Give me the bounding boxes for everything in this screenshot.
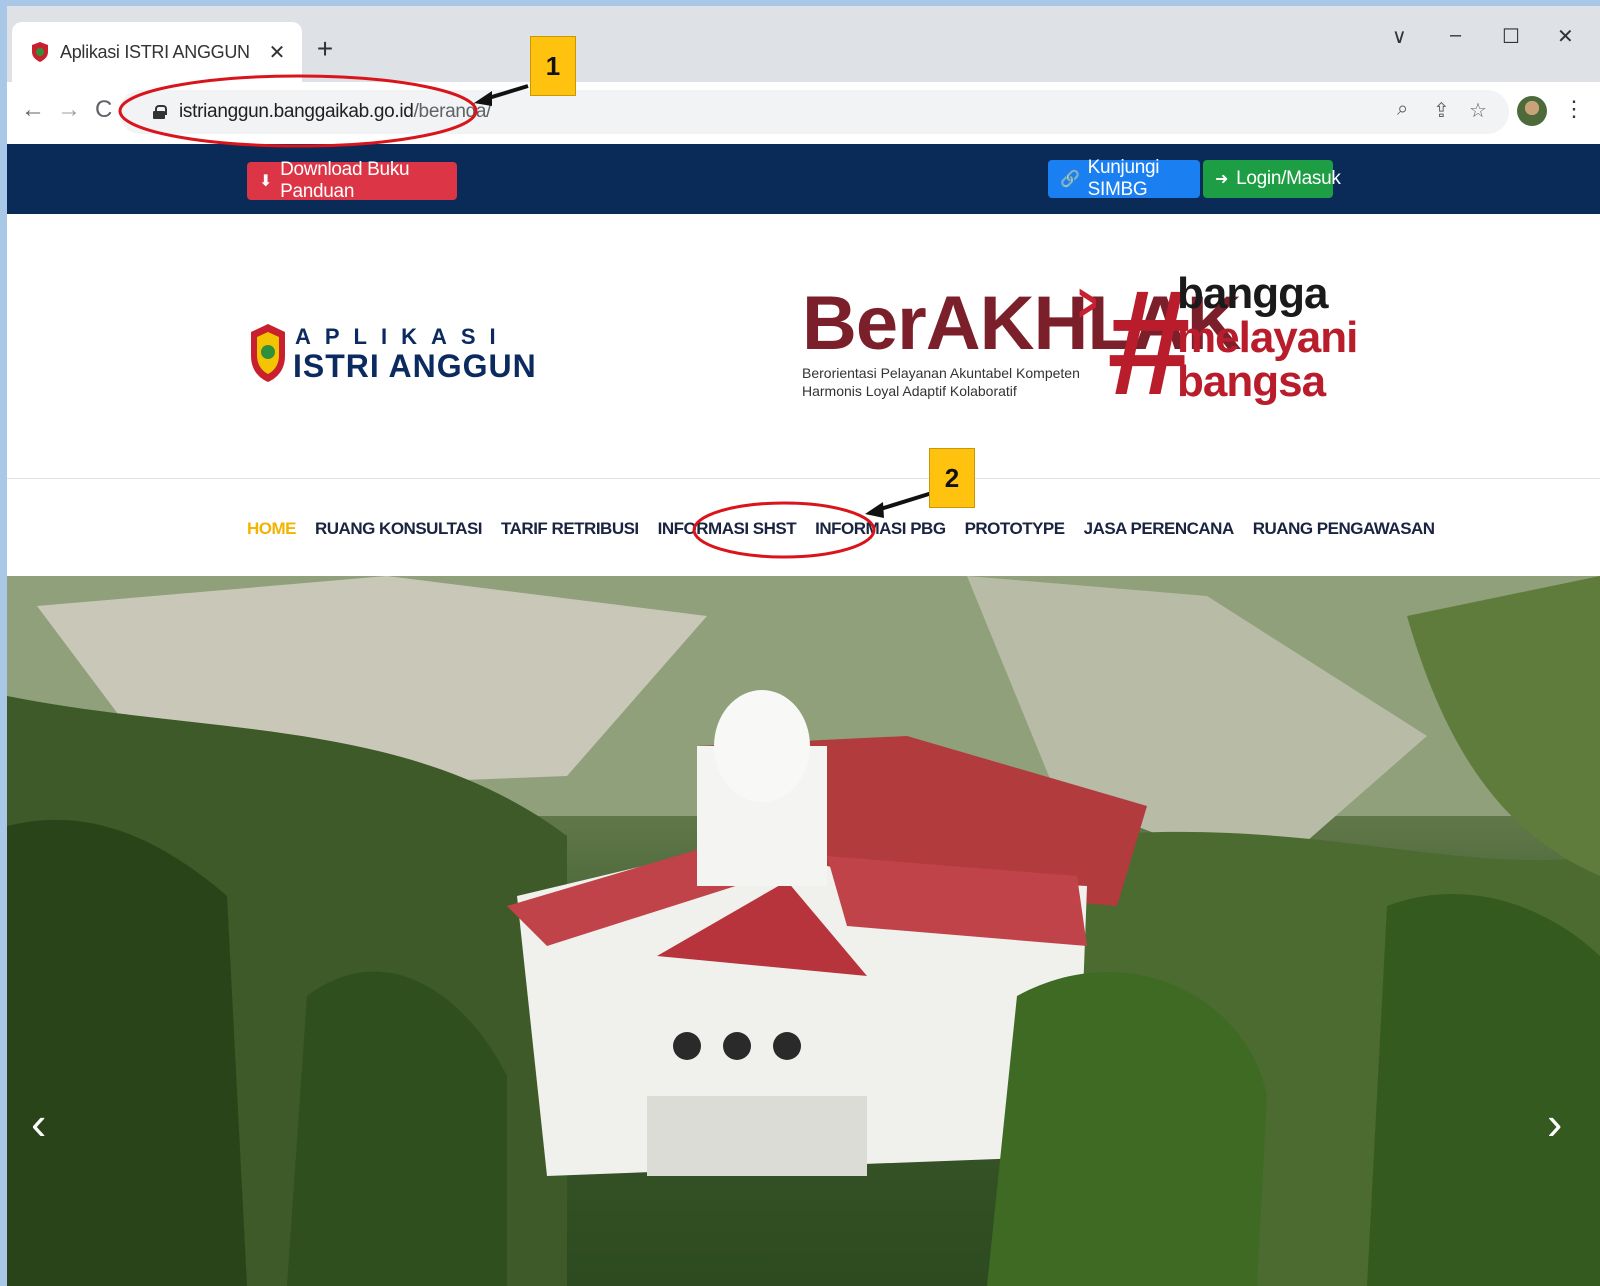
website: ⬇ Download Buku Panduan 🔗 Kunjungi SIMBG… — [7, 144, 1600, 1286]
slogan-line3: bangsa — [1177, 357, 1326, 406]
zoom-icon[interactable]: ⌕ — [1397, 98, 1408, 121]
nav-item-tarif-retribusi[interactable]: TARIF RETRIBUSI — [501, 519, 639, 539]
nav-item-ruang-konsultasi[interactable]: RUANG KONSULTASI — [315, 519, 483, 539]
share-icon[interactable]: ⇪ — [1433, 98, 1450, 123]
site-header: APLIKASI ISTRI ANGGUN > BerAKHLAK Berori… — [7, 214, 1600, 479]
back-icon[interactable]: ← — [21, 96, 45, 124]
regency-shield-icon — [251, 324, 285, 382]
profile-avatar[interactable] — [1517, 96, 1547, 126]
download-guide-label: Download Buku Panduan — [280, 159, 410, 202]
tab-strip: Aplikasi ISTRI ANGGUN ✕ + ∨ – ☐ ✕ — [7, 6, 1600, 82]
hero-carousel: ‹ › — [7, 576, 1600, 1286]
site-topbar: ⬇ Download Buku Panduan 🔗 Kunjungi SIMBG… — [7, 144, 1600, 214]
carousel-next-icon[interactable]: › — [1547, 1096, 1562, 1150]
link-icon: 🔗 — [1060, 171, 1080, 188]
carousel-prev-icon[interactable]: ‹ — [31, 1096, 46, 1150]
browser-tab[interactable]: Aplikasi ISTRI ANGGUN ✕ — [12, 22, 302, 82]
hashtag-icon: # — [1105, 258, 1189, 426]
visit-simbg-button[interactable]: 🔗 Kunjungi SIMBG — [1048, 157, 1200, 200]
close-window-icon[interactable]: ✕ — [1557, 24, 1574, 49]
site-favicon — [32, 42, 48, 62]
nav-item-informasi-shst[interactable]: INFORMASI SHST — [658, 519, 797, 539]
login-label: Login/Masuk — [1236, 168, 1341, 189]
browser-toolbar: ← → C istrianggun.banggaikab.go.id/beran… — [7, 82, 1600, 144]
slogan: bangga melayani bangsa — [1177, 269, 1358, 406]
nav-item-prototype[interactable]: PROTOTYPE — [965, 519, 1066, 539]
download-guide-button[interactable]: ⬇ Download Buku Panduan — [247, 159, 457, 202]
bookmark-star-icon[interactable]: ☆ — [1469, 98, 1487, 123]
tab-title: Aplikasi ISTRI ANGGUN — [60, 41, 250, 62]
maximize-icon[interactable]: ☐ — [1502, 24, 1520, 49]
logo-line1: APLIKASI — [295, 324, 510, 349]
hero-image — [7, 576, 1600, 1286]
slogan-line1: bangga — [1177, 269, 1328, 318]
tab-search-icon[interactable]: ∨ — [1392, 24, 1407, 49]
browser-window: Aplikasi ISTRI ANGGUN ✕ + ∨ – ☐ ✕ ← → C … — [7, 6, 1600, 1286]
download-icon: ⬇ — [259, 173, 273, 190]
lock-icon[interactable] — [153, 105, 167, 119]
new-tab-button[interactable]: + — [310, 34, 340, 64]
url-host: istrianggun.banggaikab.go.id — [179, 101, 414, 122]
visit-simbg-label: Kunjungi SIMBG — [1087, 157, 1160, 200]
slogan-line2: melayani — [1177, 313, 1358, 362]
annotation-badge-2: 2 — [929, 448, 975, 508]
forward-icon[interactable]: → — [57, 96, 81, 124]
chevron-right-icon: > — [1078, 273, 1098, 333]
nav-item-home[interactable]: HOME — [247, 519, 297, 539]
login-button[interactable]: ➜ Login/Masuk — [1203, 160, 1341, 198]
minimize-icon[interactable]: – — [1450, 24, 1461, 47]
url-path: /beranda/ — [413, 101, 492, 122]
address-bar[interactable]: istrianggun.banggaikab.go.id/beranda/ ⌕ … — [119, 90, 1509, 134]
close-tab-icon[interactable]: ✕ — [266, 40, 288, 65]
sign-in-icon: ➜ — [1215, 171, 1229, 188]
reload-icon[interactable]: C — [95, 96, 112, 124]
nav-item-jasa-perencana[interactable]: JASA PERENCANA — [1084, 519, 1235, 539]
menu-kebab-icon[interactable]: ⋮ — [1563, 96, 1585, 122]
nav-item-informasi-pbg[interactable]: INFORMASI PBG — [815, 519, 946, 539]
annotation-badge-1: 1 — [530, 36, 576, 96]
nav-item-ruang-pengawasan[interactable]: RUANG PENGAWASAN — [1253, 519, 1435, 539]
logo-line2: ISTRI ANGGUN — [293, 348, 537, 384]
main-nav: HOME RUANG KONSULTASI TARIF RETRIBUSI IN… — [7, 479, 1600, 577]
